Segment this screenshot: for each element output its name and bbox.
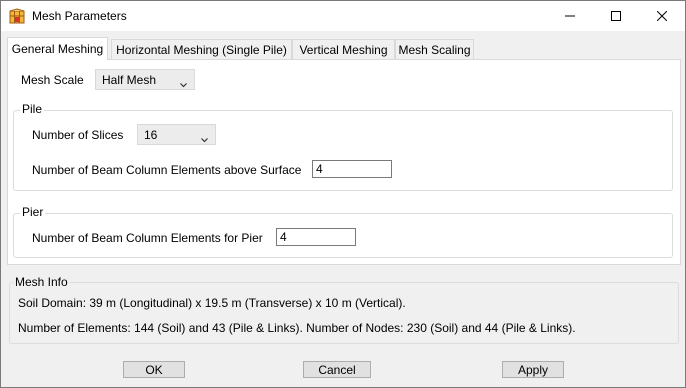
chevron-down-icon: [180, 77, 187, 91]
chevron-down-icon: [201, 132, 208, 146]
tab-mesh-scaling[interactable]: Mesh Scaling: [395, 39, 474, 59]
slices-select[interactable]: 16: [137, 124, 216, 145]
pier-group-title: Pier: [20, 205, 46, 219]
tab-general-meshing[interactable]: General Meshing: [7, 37, 108, 60]
tab-horizontal-meshing[interactable]: Horizontal Meshing (Single Pile): [111, 39, 292, 59]
close-button[interactable]: [639, 1, 685, 31]
minimize-icon: [565, 11, 575, 21]
cancel-button[interactable]: Cancel: [303, 361, 371, 378]
mesh-info-title: Mesh Info: [13, 275, 70, 289]
window-title: Mesh Parameters: [32, 9, 127, 23]
apply-button[interactable]: Apply: [502, 361, 564, 378]
mesh-parameters-dialog: Mesh Parameters General Meshing Horizont…: [0, 0, 686, 388]
maximize-icon: [611, 11, 621, 21]
element-counts-text: Number of Elements: 144 (Soil) and 43 (P…: [18, 321, 576, 335]
soil-domain-text: Soil Domain: 39 m (Longitudinal) x 19.5 …: [18, 296, 406, 310]
slices-value: 16: [144, 128, 158, 142]
mesh-scale-label: Mesh Scale: [21, 73, 84, 87]
mesh-scale-value: Half Mesh: [102, 73, 157, 87]
mesh-scale-select[interactable]: Half Mesh: [95, 69, 195, 90]
slices-label: Number of Slices: [32, 128, 124, 142]
ok-button[interactable]: OK: [123, 361, 185, 378]
pier-beam-elements-input[interactable]: 4: [276, 228, 356, 246]
minimize-button[interactable]: [547, 1, 593, 31]
close-icon: [657, 11, 667, 21]
beam-elements-input[interactable]: 4: [312, 160, 392, 178]
tab-vertical-meshing[interactable]: Vertical Meshing: [292, 39, 395, 59]
mesh-app-icon: [9, 8, 25, 24]
title-bar: Mesh Parameters: [1, 1, 685, 31]
beam-elements-label: Number of Beam Column Elements above Sur…: [32, 163, 302, 177]
tab-strip: General Meshing Horizontal Meshing (Sing…: [7, 37, 681, 60]
pier-beam-elements-label: Number of Beam Column Elements for Pier: [32, 231, 263, 245]
maximize-button[interactable]: [593, 1, 639, 31]
pile-group: [13, 110, 673, 191]
general-meshing-panel: Mesh Scale Half Mesh Pile Number of Slic…: [7, 59, 681, 265]
pile-group-title: Pile: [20, 102, 45, 116]
